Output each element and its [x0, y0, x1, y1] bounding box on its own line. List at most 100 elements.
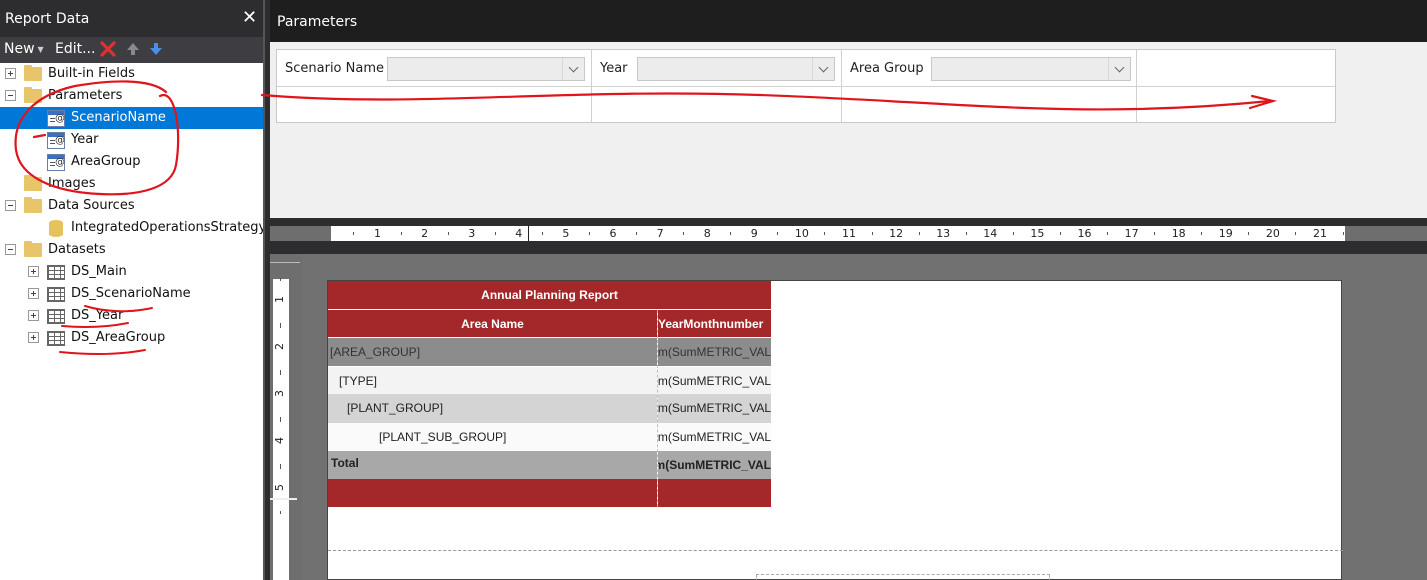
ruler-tick — [494, 232, 496, 235]
scenario-name-dropdown[interactable] — [387, 57, 585, 81]
type-row-value[interactable]: Sum(SumMETRIC_VAL — [658, 367, 771, 394]
ruler-number: 16 — [1077, 227, 1092, 240]
plant-group-row-label[interactable]: [PLANT_GROUP] — [328, 394, 657, 423]
ruler-number: 12 — [889, 227, 904, 240]
cell-text: Sum(SumMETRIC_VAL — [658, 401, 771, 415]
tree-item-parameter-year[interactable]: Year — [0, 129, 263, 151]
folder-open-icon — [24, 241, 42, 257]
page-canvas: Annual Planning Report Area Name YearMon… — [302, 254, 1427, 580]
ruler-tick — [400, 232, 402, 235]
area-group-row-value[interactable]: Sum(SumMETRIC_VAL — [658, 338, 771, 366]
ruler-tick — [636, 232, 638, 235]
tree-item-dataset-ds-scenarioname[interactable]: DS_ScenarioName — [0, 283, 263, 305]
ruler-tick — [447, 232, 449, 235]
plant-group-row-value[interactable]: Sum(SumMETRIC_VAL — [658, 394, 771, 423]
expand-icon[interactable] — [28, 332, 39, 343]
report-page[interactable]: Annual Planning Report Area Name YearMon… — [327, 280, 1343, 580]
area-name-header-cell[interactable]: Area Name — [328, 310, 657, 337]
pane-splitter[interactable] — [270, 218, 1427, 226]
year-month-header-cell[interactable]: YearMonthnumber — [658, 310, 771, 337]
parameter-cell-scenario-name[interactable]: Scenario Name — [277, 50, 592, 87]
parameter-cell-empty[interactable] — [1137, 87, 1335, 122]
ruler-tick — [280, 466, 281, 469]
ruler-tick — [353, 232, 355, 235]
parameter-cell-empty[interactable] — [842, 87, 1137, 122]
chevron-down-icon[interactable] — [812, 58, 834, 80]
total-row-value[interactable]: Sum(SumMETRIC_VAL — [658, 451, 771, 479]
total-row-label[interactable]: Total — [328, 451, 657, 479]
folder-open-icon — [24, 197, 42, 213]
tree-item-label: Images — [48, 176, 96, 191]
type-row-label[interactable]: [TYPE] — [328, 367, 657, 394]
report-design-surface: 1 2 3 4 5 6 7 8 9 10 11 12 13 14 15 16 17 18 19 20 21 12345 … — [270, 226, 1427, 580]
report-data-header: Report Data ✕ — [0, 0, 263, 37]
dataset-icon — [47, 309, 65, 324]
new-button[interactable]: New ▼ — [4, 41, 44, 57]
ruler-tick — [1107, 232, 1109, 235]
cell-text: Sum(SumMETRIC_VAL — [658, 374, 771, 388]
collapse-icon[interactable] — [5, 90, 16, 101]
ruler-number: 14 — [983, 227, 998, 240]
footer-row-cell[interactable] — [328, 479, 657, 507]
ruler-tick — [541, 232, 543, 235]
tree-item-dataset-ds-main[interactable]: DS_Main — [0, 261, 263, 283]
ruler-number: 13 — [936, 227, 951, 240]
footer-row-cell[interactable] — [658, 479, 771, 507]
collapse-icon[interactable] — [5, 200, 16, 211]
chevron-down-icon[interactable] — [562, 58, 584, 80]
tree-item-images[interactable]: Images — [0, 173, 263, 195]
ruler-tick — [1248, 232, 1250, 235]
expand-icon[interactable] — [28, 288, 39, 299]
edit-button[interactable]: Edit... — [55, 41, 95, 57]
dataset-icon — [47, 265, 65, 280]
report-title-cell[interactable]: Annual Planning Report — [328, 281, 771, 309]
close-icon[interactable]: ✕ — [242, 7, 257, 28]
collapse-icon[interactable] — [5, 244, 16, 255]
area-group-dropdown[interactable] — [931, 57, 1131, 81]
tree-item-data-source[interactable]: IntegratedOperationsStrategy_D — [0, 217, 263, 239]
year-dropdown[interactable] — [637, 57, 835, 81]
parameter-cell-empty[interactable] — [1137, 50, 1335, 87]
expand-icon[interactable] — [28, 266, 39, 277]
area-group-row-label[interactable]: [AREA_GROUP] — [328, 338, 657, 366]
tree-item-builtin-fields[interactable]: Built-in Fields — [0, 63, 263, 85]
panel-title: Report Data — [5, 11, 90, 27]
ruler-tick — [280, 372, 281, 375]
arrow-down-icon[interactable] — [148, 40, 164, 58]
ruler-tick — [1342, 232, 1344, 235]
page-footer-textbox[interactable] — [756, 574, 1050, 580]
chevron-down-icon[interactable] — [1108, 58, 1130, 80]
ruler-corner — [270, 262, 300, 263]
parameter-cell-area-group[interactable]: Area Group — [842, 50, 1137, 87]
tree-item-dataset-ds-year[interactable]: DS_Year — [0, 305, 263, 327]
horizontal-ruler: 1 2 3 4 5 6 7 8 9 10 11 12 13 14 15 16 17 18 19 20 21 — [331, 226, 1345, 241]
tree-item-parameter-scenarioname[interactable]: ScenarioName — [0, 107, 263, 129]
tree-item-datasets[interactable]: Datasets — [0, 239, 263, 261]
tree-item-label: Parameters — [48, 88, 123, 103]
tree-item-dataset-ds-areagroup[interactable]: DS_AreaGroup — [0, 327, 263, 349]
ruler-number: 3 — [468, 227, 476, 240]
tree-item-label: DS_ScenarioName — [71, 286, 191, 301]
ruler-number: 10 — [794, 227, 809, 240]
folder-icon — [24, 175, 42, 191]
arrow-up-icon[interactable] — [125, 40, 141, 58]
ruler-number: 5 — [562, 227, 570, 240]
expand-icon[interactable] — [5, 68, 16, 79]
plant-sub-group-row-label[interactable]: [PLANT_SUB_GROUP] — [328, 423, 657, 451]
cell-text: Sum(SumMETRIC_VAL — [658, 345, 771, 359]
parameter-cell-empty[interactable] — [592, 87, 842, 122]
parameter-cell-empty[interactable] — [277, 87, 592, 122]
tree-item-parameters[interactable]: Parameters — [0, 85, 263, 107]
body-footer-separator — [328, 550, 1343, 551]
parameter-cell-year[interactable]: Year — [592, 50, 842, 87]
ruler-number: 19 — [1218, 227, 1233, 240]
delete-icon[interactable] — [100, 40, 116, 58]
ruler-tick — [965, 232, 967, 235]
tree-item-data-sources[interactable]: Data Sources — [0, 195, 263, 217]
new-label: New — [4, 41, 35, 57]
expand-icon[interactable] — [28, 310, 39, 321]
ruler-number: 9 — [750, 227, 758, 240]
tree-item-label: ScenarioName — [71, 110, 166, 125]
plant-sub-group-row-value[interactable]: Sum(SumMETRIC_VAL — [658, 423, 771, 451]
tree-item-parameter-areagroup[interactable]: AreaGroup — [0, 151, 263, 173]
